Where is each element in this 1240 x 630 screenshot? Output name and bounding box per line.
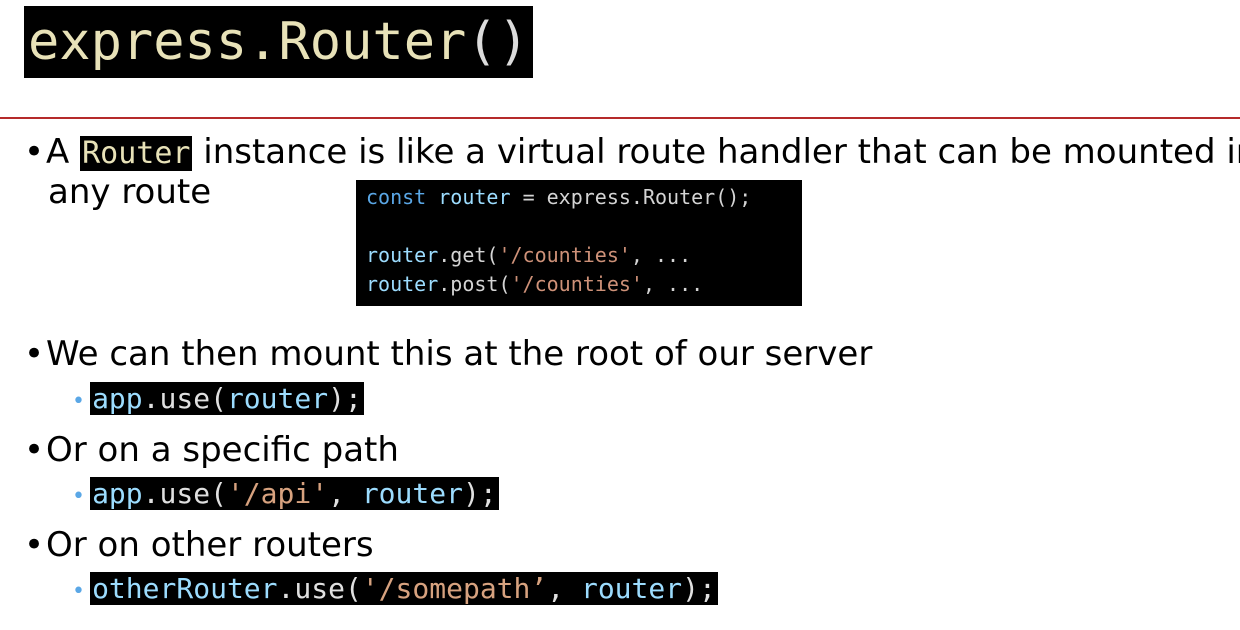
code-variable: router xyxy=(361,477,463,510)
bullet-router-instance: •A Router instance is like a virtual rou… xyxy=(24,132,1240,174)
code-text: .use( xyxy=(142,477,227,510)
sub-bullet-dot: • xyxy=(72,389,85,414)
code-line-2: router.get('/counties', ... xyxy=(366,241,792,270)
bullet-dot: • xyxy=(24,525,45,565)
bullet-dot: • xyxy=(24,132,45,172)
code-text: .use( xyxy=(142,382,227,415)
code-text: , xyxy=(328,477,362,510)
code-string: '/counties' xyxy=(498,243,631,267)
code-string: '/somepath’ xyxy=(361,572,548,605)
inline-code: app.use(router); xyxy=(90,382,364,415)
code-variable: app xyxy=(92,382,143,415)
bullet-other-routers: •Or on other routers xyxy=(24,525,374,565)
bullet-text: We can then mount this at the root of ou… xyxy=(46,334,873,374)
code-variable: router xyxy=(226,382,329,415)
code-string: '/counties' xyxy=(510,272,643,296)
bullet-mount-root: •We can then mount this at the root of o… xyxy=(24,334,872,374)
code-variable: router xyxy=(580,572,683,605)
code-line-3: router.post('/counties', ... xyxy=(366,270,792,299)
code-text: , ... xyxy=(642,272,704,296)
code-text: = express.Router(); xyxy=(522,185,752,209)
router-keyword: Router xyxy=(80,136,193,171)
bullet-dot: • xyxy=(24,430,45,470)
title-dot: . xyxy=(247,12,279,72)
code-variable: otherRouter xyxy=(92,572,278,605)
slide-title: express.Router() xyxy=(24,6,533,78)
title-method: Router xyxy=(278,12,467,72)
inline-code: otherRouter.use('/somepath’, router); xyxy=(90,572,718,605)
code-variable: router xyxy=(438,185,511,209)
code-variable: router xyxy=(366,272,439,296)
code-text: ); xyxy=(328,382,362,415)
bullet-dot: • xyxy=(24,334,45,374)
bullet-text: Or on a specific path xyxy=(46,430,399,470)
code-text: .post( xyxy=(438,272,511,296)
code-line-1: const router = express.Router(); xyxy=(366,183,792,212)
code-string: '/api' xyxy=(226,477,329,510)
example-app-use-api: • app.use('/api', router); xyxy=(72,477,499,511)
code-block: const router = express.Router(); router.… xyxy=(356,180,802,306)
code-keyword: const xyxy=(366,185,427,209)
code-text: , xyxy=(547,572,581,605)
bullet-router-instance-line2: any route xyxy=(48,172,212,212)
code-text: ); xyxy=(462,477,497,510)
title-parens: () xyxy=(466,12,529,72)
inline-code: app.use('/api', router); xyxy=(90,477,499,510)
code-text: .get( xyxy=(438,243,499,267)
sub-bullet-dot: • xyxy=(72,484,85,509)
sub-bullet-dot: • xyxy=(72,579,85,604)
bullet-suffix: instance is like a virtual route handler… xyxy=(203,132,1240,172)
title-divider xyxy=(0,117,1240,119)
code-text: ); xyxy=(682,572,716,605)
title-object: express xyxy=(28,12,248,72)
code-variable: router xyxy=(366,243,439,267)
example-app-use-router: • app.use(router); xyxy=(72,382,364,416)
code-text: , ... xyxy=(630,243,692,267)
bullet-prefix: A xyxy=(46,132,70,172)
code-variable: app xyxy=(92,477,143,510)
bullet-text: Or on other routers xyxy=(46,525,374,565)
bullet-specific-path: •Or on a specific path xyxy=(24,430,399,470)
code-text: .use( xyxy=(277,572,362,605)
example-other-router-use: • otherRouter.use('/somepath’, router); xyxy=(72,572,718,606)
